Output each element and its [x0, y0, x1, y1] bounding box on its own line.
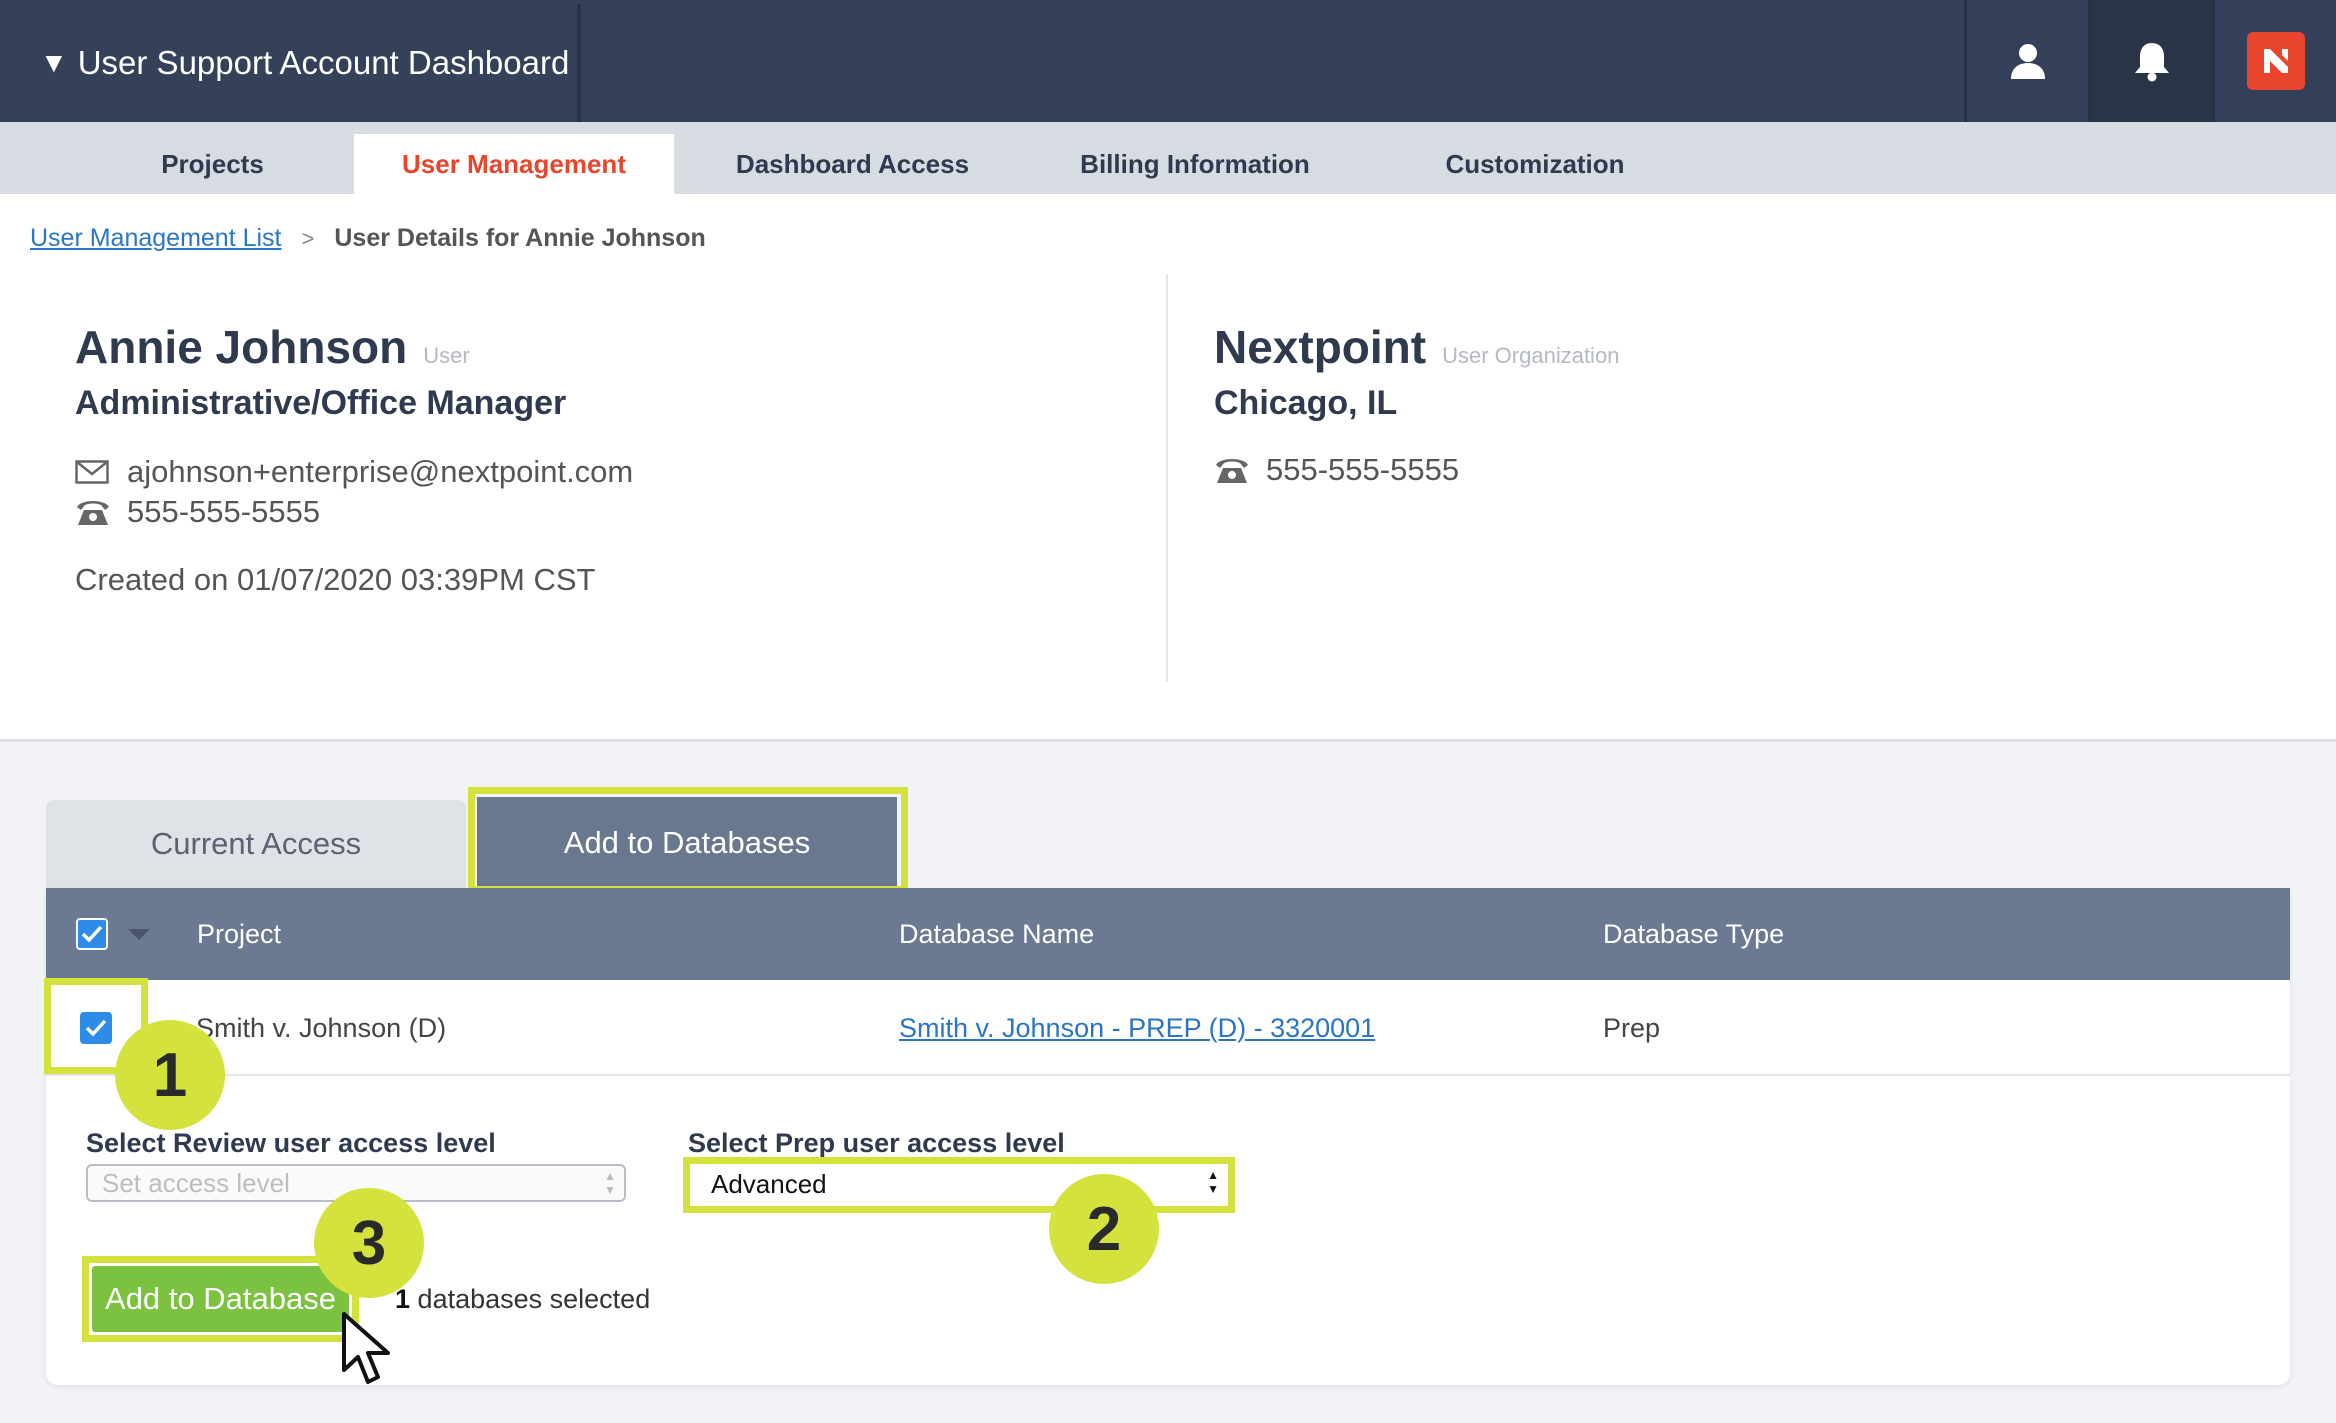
section-divider	[1166, 274, 1168, 682]
column-header-project[interactable]: Project	[197, 888, 281, 980]
database-link[interactable]: Smith v. Johnson - PREP (D) - 3320001	[899, 1013, 1375, 1044]
user-job-title: Administrative/Office Manager	[75, 384, 567, 422]
top-bar: ▼ User Support Account Dashboard	[0, 0, 2336, 122]
breadcrumb-link-user-management-list[interactable]: User Management List	[30, 224, 282, 253]
envelope-icon	[75, 460, 111, 484]
breadcrumb: User Management List > User Details for …	[30, 224, 706, 253]
org-name-heading: Nextpoint User Organization	[1214, 320, 1619, 374]
highlight-add-to-databases-tab	[468, 787, 908, 893]
user-icon	[2010, 44, 2045, 79]
select-arrows-icon: ▲ ▼	[604, 1169, 616, 1197]
annotation-badge-1: 1	[115, 1020, 225, 1130]
org-name: Nextpoint	[1214, 321, 1427, 373]
tab-projects[interactable]: Projects	[130, 134, 295, 194]
bell-icon	[2134, 43, 2169, 82]
column-header-database-name[interactable]: Database Name	[899, 888, 1094, 980]
databases-selected-count: 1 databases selected	[395, 1284, 650, 1315]
table-row: Smith v. Johnson (D) Smith v. Johnson - …	[46, 980, 2290, 1076]
tab-dashboard-access[interactable]: Dashboard Access	[730, 134, 975, 194]
user-profile-button[interactable]	[1964, 0, 2088, 122]
annotation-badge-2: 2	[1049, 1174, 1159, 1284]
user-email: ajohnson+enterprise@nextpoint.com	[127, 454, 634, 489]
org-role-label: User Organization	[1442, 343, 1620, 368]
tab-current-access[interactable]: Current Access	[46, 800, 466, 888]
caret-down-icon[interactable]	[128, 928, 150, 940]
chevron-right-icon: >	[301, 225, 315, 251]
database-type-cell: Prep	[1603, 1012, 1661, 1043]
user-email-line: ajohnson+enterprise@nextpoint.com	[75, 454, 633, 490]
nextpoint-logo-icon	[2246, 32, 2305, 90]
database-name-cell: Smith v. Johnson - PREP (D) - 3320001	[899, 980, 1375, 1076]
org-phone: 555-555-5555	[1266, 452, 1460, 487]
prep-access-label: Select Prep user access level	[688, 1128, 1065, 1158]
caret-down-icon: ▼	[40, 47, 68, 78]
user-details-section: User Management List > User Details for …	[0, 194, 2336, 742]
table-header: Project Database Name Database Type	[46, 888, 2290, 980]
tab-billing-information[interactable]: Billing Information	[1070, 134, 1320, 194]
app-title: User Support Account Dashboard	[77, 44, 570, 81]
main-nav: Projects User Management Dashboard Acces…	[0, 122, 2336, 194]
phone-icon	[1214, 455, 1250, 485]
account-dashboard-dropdown[interactable]: ▼ User Support Account Dashboard	[8, 4, 581, 122]
user-phone-line: 555-555-5555	[75, 494, 320, 530]
org-location: Chicago, IL	[1214, 384, 1398, 422]
select-all-checkbox[interactable]	[76, 918, 108, 950]
mouse-cursor-icon	[342, 1312, 390, 1384]
user-name: Annie Johnson	[75, 321, 408, 373]
highlight-add-button	[82, 1256, 359, 1342]
nextpoint-home-button[interactable]	[2212, 0, 2336, 122]
annotation-badge-3: 3	[314, 1188, 424, 1298]
selected-count-label: databases selected	[417, 1284, 651, 1314]
check-icon	[81, 925, 103, 943]
tab-user-management[interactable]: User Management	[354, 134, 674, 194]
select-all-control[interactable]	[76, 888, 150, 980]
user-name-heading: Annie Johnson User	[75, 320, 470, 374]
phone-icon	[75, 497, 111, 527]
org-phone-line: 555-555-5555	[1214, 452, 1459, 488]
notifications-button[interactable]	[2088, 0, 2212, 122]
user-role-label: User	[423, 343, 470, 368]
user-phone: 555-555-5555	[127, 494, 321, 529]
column-header-database-type[interactable]: Database Type	[1603, 888, 1784, 980]
project-cell: Smith v. Johnson (D)	[196, 1012, 447, 1043]
review-access-label: Select Review user access level	[86, 1128, 496, 1158]
user-created-date: Created on 01/07/2020 03:39PM CST	[75, 562, 596, 597]
tab-customization[interactable]: Customization	[1425, 134, 1645, 194]
review-access-placeholder: Set access level	[102, 1167, 290, 1198]
breadcrumb-current: User Details for Annie Johnson	[334, 224, 706, 252]
